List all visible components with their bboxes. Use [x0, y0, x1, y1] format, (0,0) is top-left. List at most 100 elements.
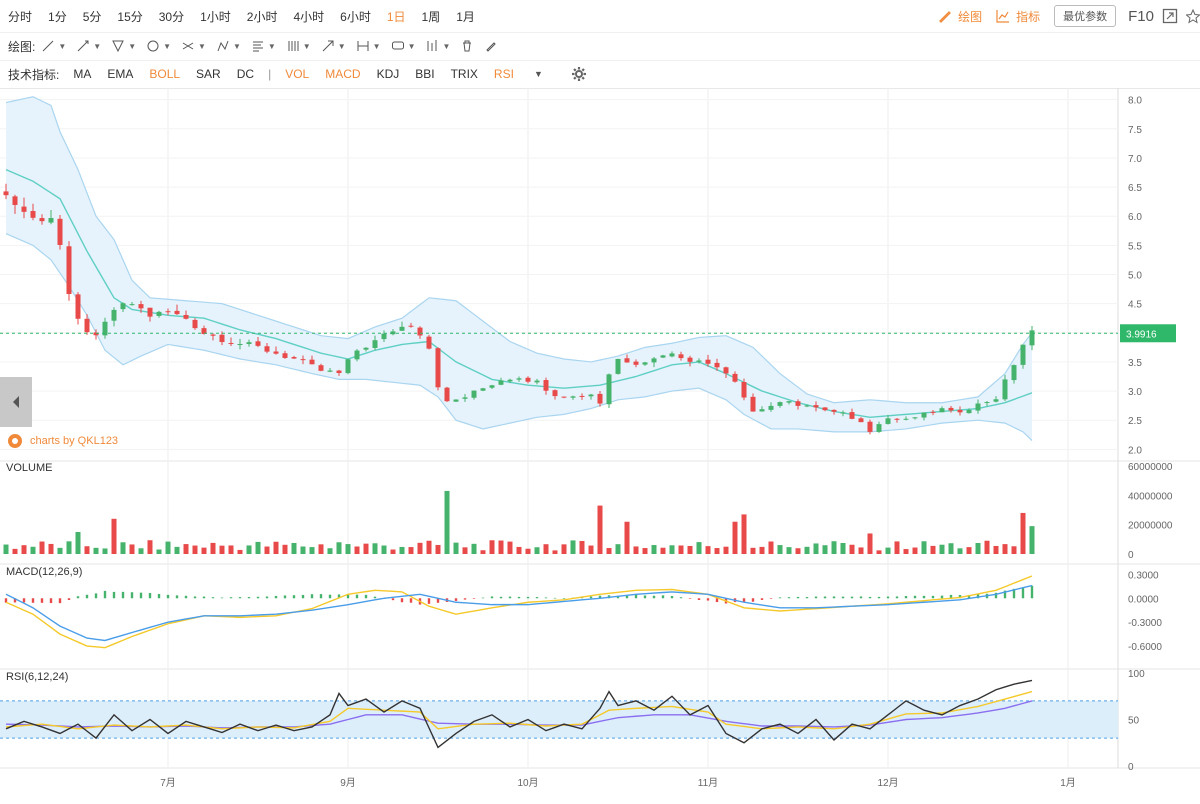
timeframe-option[interactable]: 分时: [0, 8, 40, 25]
indicator-sar[interactable]: SAR: [188, 67, 229, 81]
indicator-bbi[interactable]: BBI: [407, 67, 442, 81]
best-params-button[interactable]: 最优参数: [1054, 5, 1117, 27]
brush-button[interactable]: [484, 39, 498, 53]
timeframe-option[interactable]: 30分: [151, 8, 192, 25]
macd-hist-bar: [940, 595, 944, 599]
candle-body: [768, 405, 774, 410]
macd-hist-bar: [913, 595, 917, 599]
volume-bar: [561, 544, 567, 554]
chevron-down-icon: ▼: [93, 41, 102, 51]
volume-bar: [750, 547, 756, 554]
volume-bar: [12, 548, 18, 554]
candle-body: [561, 396, 567, 398]
circle-tool-button[interactable]: ▼: [146, 39, 171, 53]
macd-hist-bar: [877, 596, 881, 599]
candle-body: [147, 307, 153, 317]
candle-body: [57, 218, 63, 245]
timeframe-option[interactable]: 5分: [75, 8, 110, 25]
macd-hist-bar: [850, 596, 854, 599]
chevron-down-icon: ▼: [232, 41, 241, 51]
trash-button[interactable]: [460, 39, 474, 53]
volume-bar: [903, 549, 909, 554]
volume-bar: [300, 546, 306, 554]
macd-hist-bar: [319, 594, 323, 599]
timeframe-option[interactable]: 4小时: [285, 8, 332, 25]
volume-bar: [597, 505, 603, 554]
macd-hist-bar: [778, 597, 782, 599]
kline-chart[interactable]: 7月 9月 10月 11月 12月 1月 8.0 7.5 7.0 6.5 6.0 5.5 5.0 4.5 4…: [0, 88, 1200, 804]
settings-gear-icon[interactable]: [571, 66, 587, 82]
indicator-macd[interactable]: MACD: [317, 67, 368, 81]
candle-body: [678, 354, 684, 359]
watermark-text: charts by QKL123: [30, 435, 119, 447]
fullscreen-icon[interactable]: [1162, 8, 1178, 24]
arrow-tool-button[interactable]: ▼: [321, 39, 346, 53]
macd-hist-bar: [121, 591, 125, 599]
indicator-button[interactable]: 指标: [996, 8, 1040, 25]
drawing-toolbar: 绘图: ▼ ▼ ▼ ▼ ▼ ▼ ▼ ▼ ▼ ▼ ▼ ▼: [0, 32, 1200, 61]
macd-hist-bar: [40, 598, 44, 603]
candle-body: [408, 325, 414, 327]
candle-body: [723, 367, 729, 374]
arrow-tool-icon: [322, 40, 334, 52]
line-tool-button[interactable]: ▼: [41, 39, 66, 53]
timeframe-option[interactable]: 1日: [379, 8, 414, 25]
toolbar-right: 绘图 指标 最优参数 F10: [938, 0, 1200, 32]
indicator-ema[interactable]: EMA: [99, 67, 141, 81]
timeframe-option[interactable]: 6小时: [332, 8, 379, 25]
timeframe-list: 分时 1分 5分 15分 30分 1小时 2小时 4小时 6小时 1日 1周 1月: [0, 8, 483, 25]
price-tick-label: 5.0: [1128, 271, 1142, 282]
timeframe-option[interactable]: 1小时: [192, 8, 239, 25]
macd-hist-bar: [679, 597, 683, 599]
triangle-tool-button[interactable]: ▼: [111, 39, 136, 53]
macd-hist-bar: [535, 597, 539, 599]
fib-tool-button[interactable]: ▼: [251, 39, 276, 53]
candle-body: [831, 409, 837, 412]
volume-bar: [48, 543, 54, 554]
bars-tool-button[interactable]: ▼: [425, 39, 450, 53]
macd-hist-bar: [688, 598, 692, 599]
star-icon[interactable]: [1186, 8, 1200, 24]
timeframe-option[interactable]: 15分: [109, 8, 150, 25]
scroll-left-button[interactable]: [0, 377, 32, 427]
volume-bar: [840, 542, 846, 554]
pattern-tool-button[interactable]: ▼: [216, 39, 241, 53]
measure-tool-button[interactable]: ▼: [356, 39, 381, 53]
candle-body: [939, 408, 945, 413]
comment-tool-button[interactable]: ▼: [391, 39, 415, 53]
indicator-vol[interactable]: VOL: [277, 67, 317, 81]
volume-bar: [210, 542, 216, 554]
indicator-boll[interactable]: BOLL: [141, 67, 188, 81]
draw-button[interactable]: 绘图: [938, 8, 982, 25]
candle-body: [435, 348, 441, 388]
timeframe-option[interactable]: 1分: [40, 8, 75, 25]
indicator-dropdown-icon[interactable]: ▼: [534, 69, 543, 79]
ray-tool-button[interactable]: ▼: [76, 39, 101, 53]
volume-bar: [291, 542, 297, 554]
timeframe-option[interactable]: 1周: [414, 8, 449, 25]
timeframe-option[interactable]: 2小时: [239, 8, 286, 25]
indicator-trix[interactable]: TRIX: [443, 67, 486, 81]
macd-hist-bar: [634, 594, 638, 599]
candle-body: [912, 417, 918, 419]
candle-body: [921, 412, 927, 418]
candle-body: [507, 379, 513, 382]
candle-body: [1029, 330, 1035, 346]
chevron-down-icon: ▼: [442, 41, 451, 51]
candle-body: [327, 370, 333, 372]
channel-tool-button[interactable]: ▼: [286, 39, 311, 53]
volume-bar: [318, 544, 324, 554]
indicator-dc[interactable]: DC: [229, 67, 262, 81]
cross-tool-button[interactable]: ▼: [181, 39, 206, 53]
candle-body: [651, 358, 657, 363]
f10-button[interactable]: F10: [1128, 8, 1154, 25]
macd-hist-bar: [895, 596, 899, 599]
candle-body: [795, 401, 801, 406]
candle-body: [21, 206, 27, 212]
macd-hist-bar: [931, 595, 935, 599]
indicator-ma[interactable]: MA: [65, 67, 99, 81]
indicator-kdj[interactable]: KDJ: [369, 67, 408, 81]
timeframe-option[interactable]: 1月: [448, 8, 483, 25]
volume-bar: [84, 546, 90, 554]
indicator-rsi[interactable]: RSI: [486, 67, 522, 81]
